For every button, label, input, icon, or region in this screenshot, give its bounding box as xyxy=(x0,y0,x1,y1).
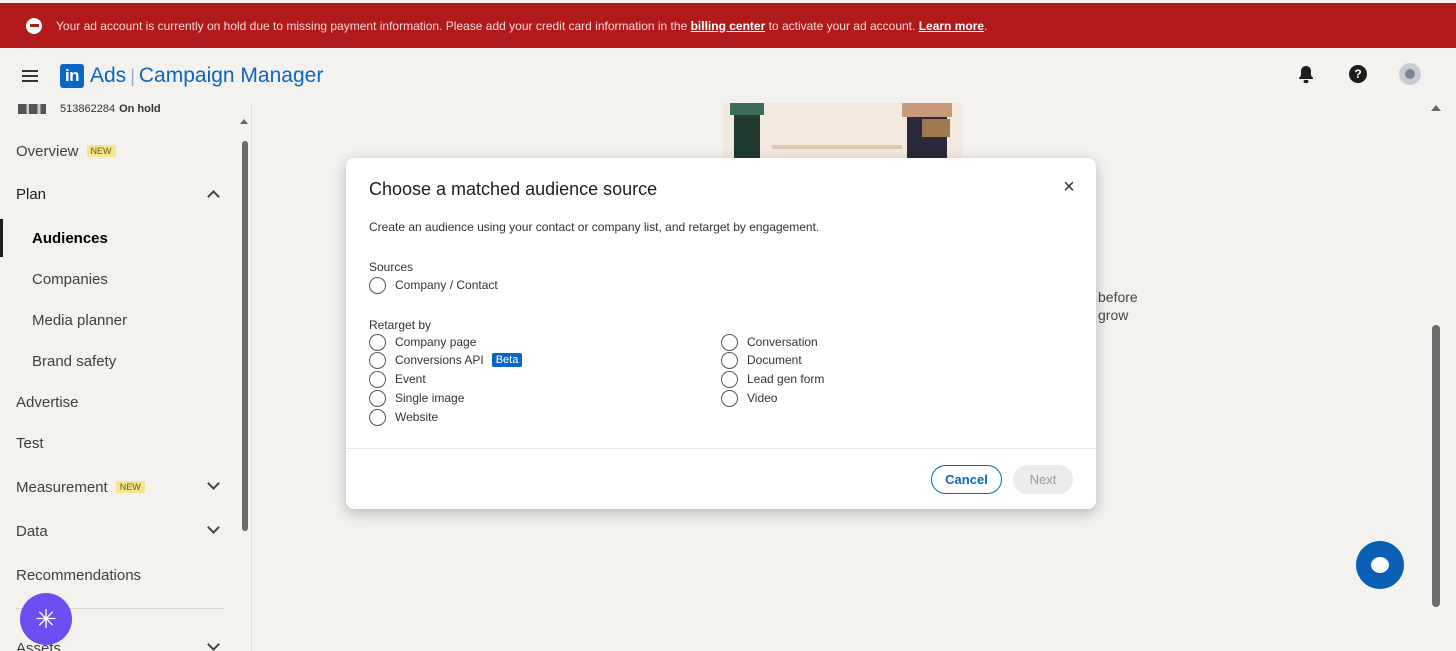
radio-button[interactable] xyxy=(721,351,738,369)
radio-conversation[interactable]: Conversation xyxy=(721,333,818,351)
radio-company-page[interactable]: Company page xyxy=(369,333,476,351)
radio-button[interactable] xyxy=(369,276,386,294)
radio-website[interactable]: Website xyxy=(369,408,438,426)
menu-icon[interactable] xyxy=(22,69,38,82)
retarget-label: Retarget by xyxy=(369,318,432,332)
radio-conversions-api[interactable]: Conversions API Beta xyxy=(369,351,523,369)
product-name: Ads xyxy=(90,63,127,87)
bell-icon[interactable] xyxy=(1294,62,1318,86)
next-button[interactable]: Next xyxy=(1013,465,1073,494)
radio-company-contact[interactable]: Company / Contact xyxy=(369,276,498,294)
radio-button[interactable] xyxy=(721,333,738,351)
radio-video[interactable]: Video xyxy=(721,389,777,407)
avatar[interactable] xyxy=(1398,62,1422,86)
radio-button[interactable] xyxy=(369,408,386,426)
radio-button[interactable] xyxy=(369,333,386,351)
radio-button[interactable] xyxy=(369,351,386,369)
banner-text: Your ad account is currently on hold due… xyxy=(56,18,988,33)
app-brand[interactable]: Ads | Campaign Manager xyxy=(90,64,323,88)
radio-button[interactable] xyxy=(721,389,738,407)
cancel-button[interactable]: Cancel xyxy=(931,465,1002,494)
radio-document[interactable]: Document xyxy=(721,351,802,369)
radio-single-image[interactable]: Single image xyxy=(369,389,464,407)
app-header: in Ads | Campaign Manager ? xyxy=(0,48,1456,103)
dialog-title: Choose a matched audience source xyxy=(369,179,658,199)
app-name: Campaign Manager xyxy=(138,63,324,87)
learn-more-link[interactable]: Learn more xyxy=(919,19,984,33)
help-icon[interactable]: ? xyxy=(1346,62,1370,86)
beta-badge: Beta xyxy=(491,353,523,367)
linkedin-logo[interactable]: in xyxy=(60,63,84,88)
radio-event[interactable]: Event xyxy=(369,370,426,388)
stop-icon xyxy=(26,17,42,34)
dialog-footer-divider xyxy=(346,448,1096,449)
dialog-description: Create an audience using your contact or… xyxy=(369,220,820,234)
payment-hold-banner: Your ad account is currently on hold due… xyxy=(0,3,1456,48)
billing-center-link[interactable]: billing center xyxy=(691,19,766,33)
radio-button[interactable] xyxy=(369,389,386,407)
brand-separator: | xyxy=(130,65,135,86)
radio-lead-gen-form[interactable]: Lead gen form xyxy=(721,370,824,388)
radio-button[interactable] xyxy=(369,370,386,388)
radio-button[interactable] xyxy=(721,370,738,388)
matched-audience-source-dialog: Choose a matched audience source × Creat… xyxy=(346,158,1096,509)
sources-label: Sources xyxy=(369,260,414,274)
close-icon[interactable]: × xyxy=(1058,176,1080,198)
